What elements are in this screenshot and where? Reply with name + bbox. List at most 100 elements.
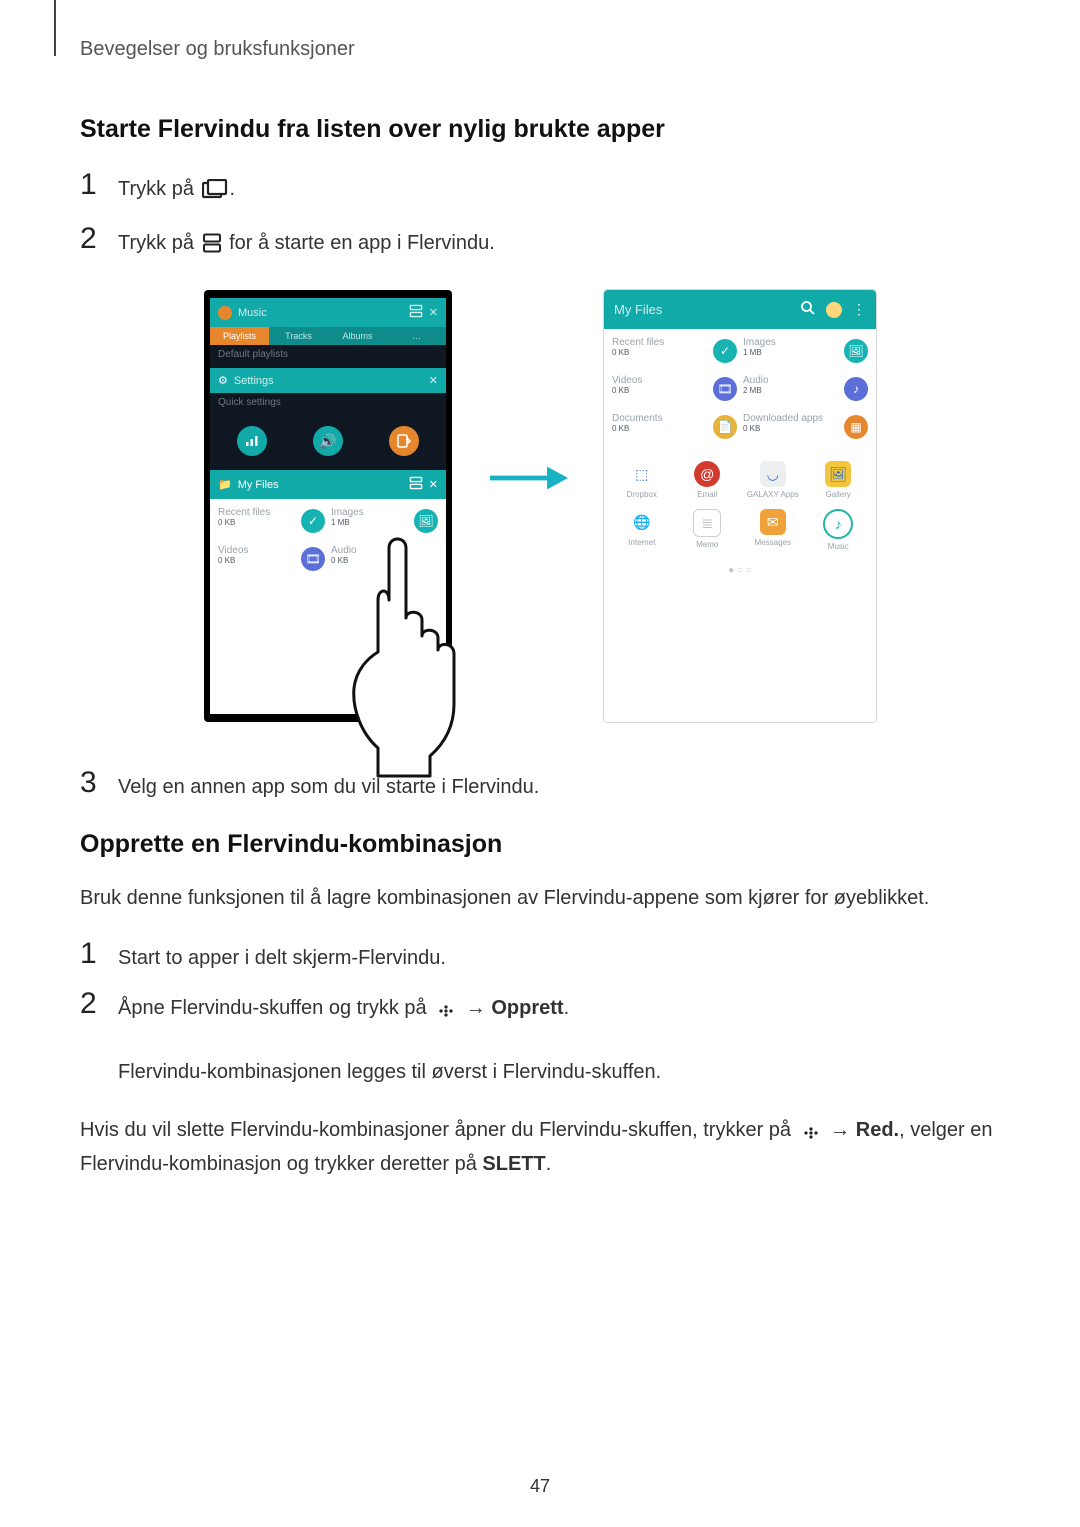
search-icon[interactable] [800,300,816,319]
close-icon[interactable]: ✕ [429,306,438,319]
step-body: Trykk på . [118,168,1000,208]
step-2: 2 Trykk på for å starte en app i Flervin… [80,222,1000,262]
app-internet[interactable]: 🌐Internet [612,509,672,551]
tab[interactable]: Tracks [269,327,328,345]
text: . [230,178,236,200]
tile-documents[interactable]: Documents 0 KB 📄 [612,413,737,443]
app-shortcut-grid: ⬚Dropbox @Email ◡GALAXY Apps 🖼Gallery 🌐I… [612,451,868,551]
tile-downloaded[interactable]: Downloaded apps 0 KB ▦ [743,413,868,443]
storage-icon[interactable] [826,302,842,318]
recent-apps-icon [202,178,228,208]
app-label: Dropbox [627,490,657,499]
tile-videos[interactable]: Videos 0 KB 🎞 [612,375,737,405]
app-galaxy-apps[interactable]: ◡GALAXY Apps [743,461,803,499]
image-icon: 🖼 [414,509,438,533]
audio-icon: ♪ [844,377,868,401]
step-body: Trykk på for å starte en app i Flervindu… [118,222,1000,262]
step-3: 3 Velg en annen app som du vil starte i … [80,766,1000,802]
text: for å starte en app i Flervindu. [229,232,495,254]
tile-label: Audio [331,545,408,556]
text: Trykk på [118,232,200,254]
files-grid: Recent files 0 KB ✓ Images 1 MB 🖼 Videos… [604,329,876,722]
doc-icon: 📄 [713,415,737,439]
muted-row: Quick settings [210,393,446,416]
bold-label: Opprett [491,997,563,1019]
app-music[interactable]: ♪Music [809,509,869,551]
recent-card-settings: ⚙ Settings ✕ Quick settings 🔊 [210,368,446,470]
tab[interactable]: Playlists [210,327,269,345]
running-head: Bevegelser og bruksfunksjoner [80,38,1000,61]
app-label: GALAXY Apps [747,490,799,499]
tile-label: Videos [218,545,295,556]
menu-icon[interactable]: ⋮ [852,301,866,318]
card-header: ⚙ Settings ✕ [210,368,446,393]
app-label: Memo [696,540,718,549]
video-icon: 🎞 [713,377,737,401]
tile-sub: 0 KB [743,424,838,433]
quick-toggles: 🔊 [210,416,446,470]
toggle-icon[interactable] [389,426,419,456]
app-messages[interactable]: ✉Messages [743,509,803,551]
card-header: 📁 My Files ✕ [210,470,446,499]
recent-card-files: 📁 My Files ✕ Recent files 0 KB ✓ [210,470,446,714]
toggle-icon[interactable] [237,426,267,456]
folder-icon: 📁 [218,478,232,491]
tab[interactable]: Albums [328,327,387,345]
text: Flervindu-kombinasjonen legges til øvers… [118,1061,661,1083]
app-dropbox[interactable]: ⬚Dropbox [612,461,672,499]
tab[interactable]: … [387,327,446,345]
close-icon[interactable]: ✕ [429,478,438,491]
section2-heading: Opprette en Flervindu-kombinasjon [80,830,1000,859]
left-screenshot: Music ✕ Playlists Tracks Albums … Defaul… [204,290,452,722]
app-memo[interactable]: ≣Memo [678,509,738,551]
arrow: → [825,1119,856,1141]
image-icon: 🖼 [844,339,868,363]
app-label: Email [697,490,717,499]
text: Åpne Flervindu-skuffen og trykk på [118,997,432,1019]
arrow: → [460,997,491,1019]
section2-para2: Hvis du vil slette Flervindu-kombinasjon… [80,1115,1000,1179]
section2-steps: 1 Start to apper i delt skjerm-Flervindu… [80,937,1000,1087]
toggle-icon[interactable]: 🔊 [313,426,343,456]
tile-sub: 0 KB [218,556,295,565]
step-number: 1 [80,168,118,201]
tile-recent[interactable]: Recent files 0 KB ✓ [612,337,737,367]
tile-images[interactable]: Images 1 MB 🖼 [331,507,438,537]
app-label: Music [828,542,849,551]
card-title: Settings [234,375,274,387]
music-icon [218,306,232,320]
tile-videos[interactable]: Videos 0 KB 🎞 [218,545,325,575]
page: Bevegelser og bruksfunksjoner Starte Fle… [0,0,1080,1527]
gear-icon: ⚙ [218,374,228,387]
text: . [564,997,570,1019]
step-2: 2 Åpne Flervindu-skuffen og trykk på → O… [80,987,1000,1087]
tile-audio[interactable]: Audio 2 MB ♪ [743,375,868,405]
section1-steps: 1 Trykk på . 2 Trykk på [80,168,1000,262]
app-label: Internet [628,538,655,547]
tile-images[interactable]: Images 1 MB 🖼 [743,337,868,367]
tile-label: Documents [612,413,707,424]
page-number: 47 [0,1476,1080,1497]
app-header: My Files ⋮ [604,290,876,329]
step-number: 2 [80,987,118,1020]
step-number: 3 [80,766,118,799]
step-body: Åpne Flervindu-skuffen og trykk på → Opp… [118,987,1000,1087]
card-header: Music ✕ [210,298,446,327]
app-label: Gallery [826,490,851,499]
tile-label: Audio [743,375,838,386]
tile-label: Recent files [218,507,295,518]
apps-icon: ▦ [844,415,868,439]
tile-audio[interactable]: Audio 0 KB [331,545,438,575]
section2-intro: Bruk denne funksjonen til å lagre kombin… [80,883,1000,913]
split-view-icon[interactable] [409,476,423,493]
muted-row: Default playlists [210,345,446,368]
header-title: My Files [614,302,662,317]
split-view-icon[interactable] [409,304,423,321]
tile-label: Recent files [612,337,707,348]
app-gallery[interactable]: 🖼Gallery [809,461,869,499]
tile-recent[interactable]: Recent files 0 KB ✓ [218,507,325,537]
app-email[interactable]: @Email [678,461,738,499]
video-icon: 🎞 [301,547,325,571]
section1-heading: Starte Flervindu fra listen over nylig b… [80,115,1000,144]
close-icon[interactable]: ✕ [429,374,438,387]
